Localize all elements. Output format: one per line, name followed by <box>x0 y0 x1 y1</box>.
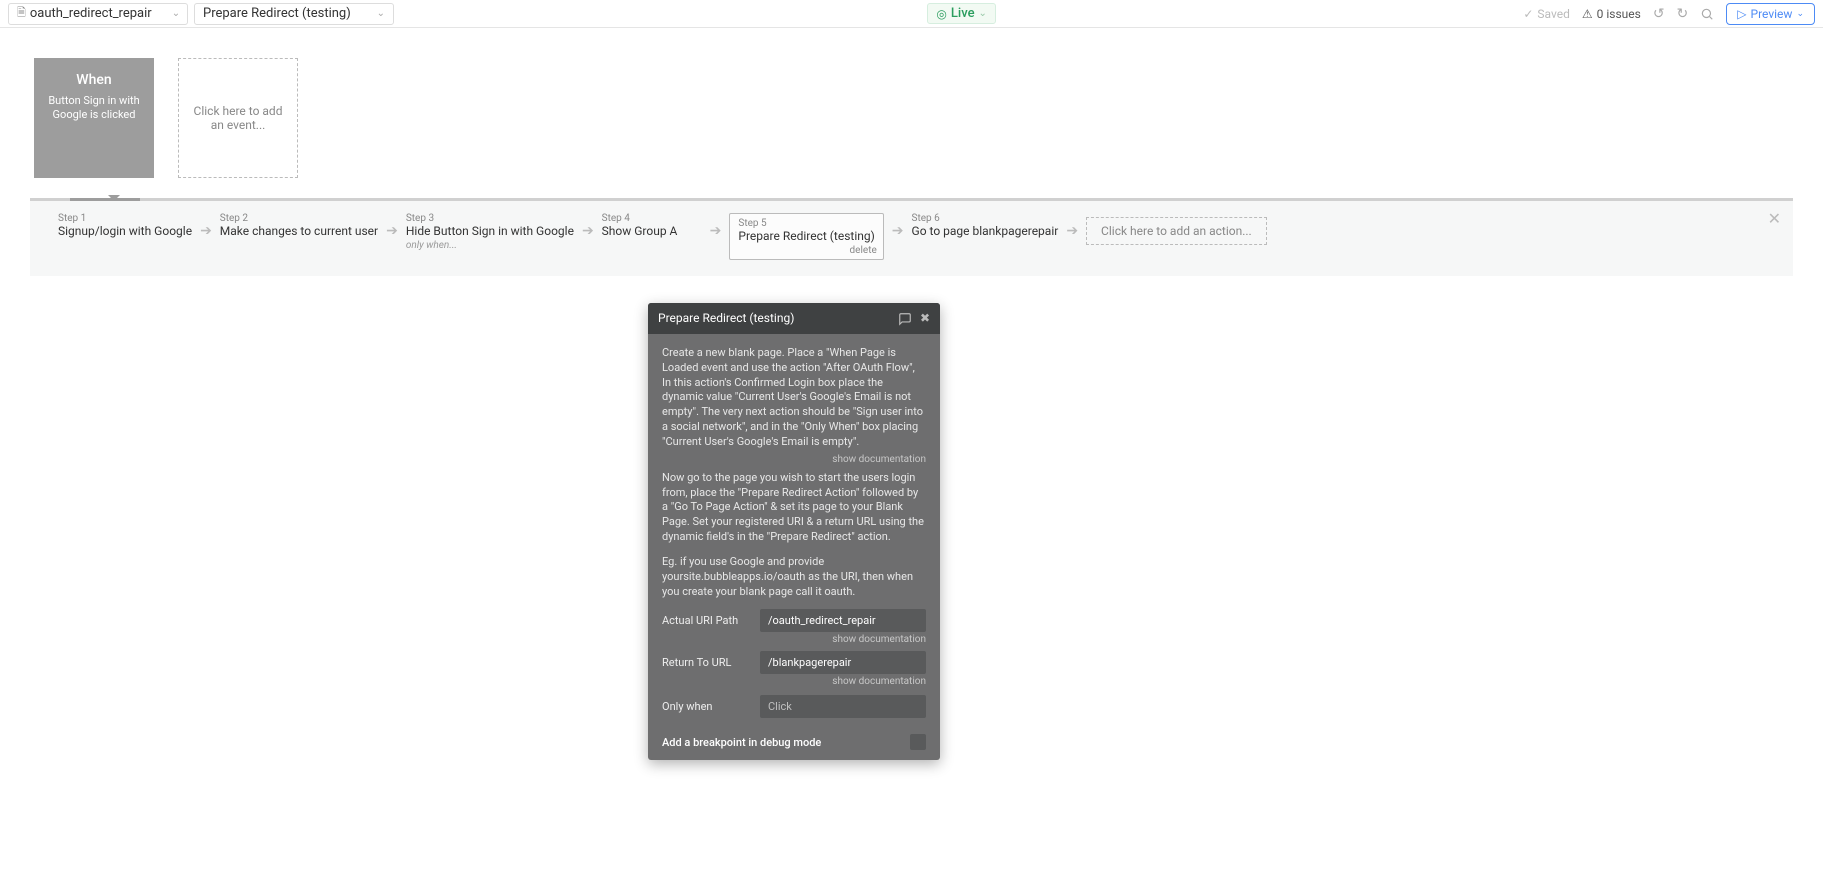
popup-header[interactable]: Prepare Redirect (testing) ✖ <box>648 303 940 334</box>
event-when-label: When <box>76 72 111 88</box>
chevron-down-icon: ⌄ <box>979 8 987 19</box>
only-when-input[interactable]: Click <box>760 695 926 718</box>
step-3[interactable]: Step 3 Hide Button Sign in with Google o… <box>406 213 574 251</box>
comment-icon[interactable] <box>898 311 912 326</box>
close-icon[interactable]: ✕ <box>1768 209 1781 228</box>
delete-step-link[interactable]: delete <box>850 245 877 256</box>
uri-path-input[interactable] <box>760 609 926 632</box>
show-documentation-link[interactable]: show documentation <box>662 634 926 645</box>
show-documentation-link[interactable]: show documentation <box>662 676 926 687</box>
add-action-placeholder[interactable]: Click here to add an action... <box>1086 217 1267 245</box>
arrow-right-icon: ➔ <box>892 213 904 239</box>
popup-paragraph-3: Eg. if you use Google and provide yoursi… <box>662 555 926 600</box>
page-selector-dropdown[interactable]: 🗎 oauth_redirect_repair ⌄ <box>8 3 188 25</box>
search-icon[interactable] <box>1700 6 1714 22</box>
undo-icon[interactable]: ↺ <box>1653 6 1665 22</box>
arrow-right-icon: ➔ <box>200 213 212 239</box>
event-description: Button Sign in with Google is clicked <box>34 94 154 123</box>
close-icon[interactable]: ✖ <box>920 311 930 326</box>
play-icon: ▷ <box>1737 7 1746 21</box>
show-documentation-link[interactable]: show documentation <box>662 454 926 465</box>
popup-title: Prepare Redirect (testing) <box>658 311 794 325</box>
warning-icon: ⚠ <box>1582 7 1593 21</box>
return-url-label: Return To URL <box>662 656 760 669</box>
target-icon: ◎ <box>936 7 946 21</box>
uri-path-label: Actual URI Path <box>662 614 760 627</box>
add-event-placeholder[interactable]: Click here to add an event... <box>178 58 298 178</box>
workflow-name: Prepare Redirect (testing) <box>203 6 351 21</box>
step-6[interactable]: Step 6 Go to page blankpagerepair <box>912 213 1059 238</box>
arrow-right-icon: ➔ <box>582 213 594 239</box>
chevron-down-icon: ⌄ <box>377 8 385 19</box>
redo-icon[interactable]: ↻ <box>1677 6 1689 22</box>
saved-status: ✓ Saved <box>1523 7 1570 21</box>
popup-paragraph-2: Now go to the page you wish to start the… <box>662 471 926 545</box>
steps-strip: ✕ Step 1 Signup/login with Google ➔ Step… <box>30 198 1793 276</box>
event-card-when[interactable]: When Button Sign in with Google is click… <box>34 58 154 178</box>
arrow-right-icon: ➔ <box>386 213 398 239</box>
live-version-dropdown[interactable]: ◎ Live ⌄ <box>927 3 996 24</box>
chevron-down-icon: ⌄ <box>1796 9 1804 19</box>
top-toolbar: 🗎 oauth_redirect_repair ⌄ Prepare Redire… <box>0 0 1823 28</box>
return-url-input[interactable] <box>760 651 926 674</box>
step-1[interactable]: Step 1 Signup/login with Google <box>58 213 192 238</box>
popup-paragraph-1: Create a new blank page. Place a "When P… <box>662 346 926 450</box>
step-4[interactable]: Step 4 Show Group A <box>602 213 702 238</box>
arrow-right-icon: ➔ <box>1066 213 1078 239</box>
step-5-active[interactable]: Step 5 Prepare Redirect (testing) delete <box>729 213 883 260</box>
live-label: Live <box>951 6 975 21</box>
issues-button[interactable]: ⚠ 0 issues <box>1582 7 1641 21</box>
workflow-selector-dropdown[interactable]: Prepare Redirect (testing) ⌄ <box>194 3 394 25</box>
file-icon: 🗎 <box>17 4 26 23</box>
page-name: oauth_redirect_repair <box>30 6 152 21</box>
workflow-canvas: When Button Sign in with Google is click… <box>0 28 1823 306</box>
only-when-label: Only when <box>662 700 760 713</box>
arrow-right-icon: ➔ <box>710 213 722 239</box>
breakpoint-checkbox[interactable] <box>910 734 926 750</box>
preview-button[interactable]: ▷ Preview ⌄ <box>1726 3 1815 25</box>
step-2[interactable]: Step 2 Make changes to current user <box>220 213 378 238</box>
chevron-down-icon: ⌄ <box>172 8 180 19</box>
check-icon: ✓ <box>1523 7 1533 21</box>
action-settings-popup: Prepare Redirect (testing) ✖ Create a ne… <box>648 303 940 760</box>
breakpoint-label: Add a breakpoint in debug mode <box>662 736 821 749</box>
pointer-arrow <box>108 195 120 201</box>
